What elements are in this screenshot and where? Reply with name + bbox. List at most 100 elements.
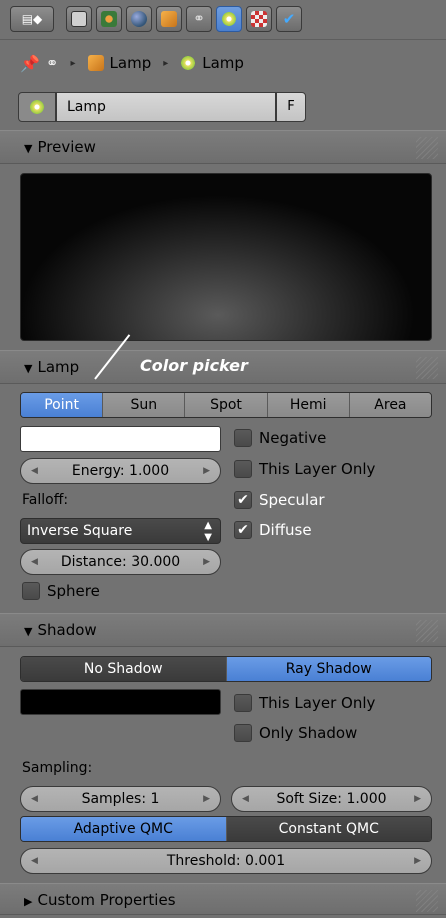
breadcrumb-separator-icon: ▸ <box>163 57 169 69</box>
specular-label: Specular <box>259 491 325 509</box>
distance-value: Distance: 30.000 <box>60 554 181 570</box>
panel-drag-handle[interactable] <box>416 890 438 912</box>
ray-shadow-button[interactable]: Ray Shadow <box>226 657 431 681</box>
decrement-arrow-icon[interactable]: ◀ <box>31 849 38 873</box>
collapse-triangle-icon: ▼ <box>24 362 33 375</box>
qmc-selector: Adaptive QMC Constant QMC <box>20 816 432 842</box>
soft-size-field[interactable]: ◀ Soft Size: 1.000 ▶ <box>231 786 432 812</box>
falloff-label: Falloff: <box>22 492 69 508</box>
breadcrumb-lamp[interactable]: Lamp <box>202 54 244 72</box>
lamp-type-spot[interactable]: Spot <box>185 393 268 417</box>
decrement-arrow-icon[interactable]: ◀ <box>31 459 38 483</box>
panel-drag-handle[interactable] <box>416 137 438 159</box>
custom-properties-title: Custom Properties <box>37 891 176 909</box>
tab-lamp-data[interactable] <box>216 6 242 32</box>
increment-arrow-icon[interactable]: ▶ <box>414 787 421 811</box>
specular-checkbox[interactable]: ✔ Specular <box>234 491 325 509</box>
lamp-type-point[interactable]: Point <box>21 393 104 417</box>
shadow-mode-selector: No Shadow Ray Shadow <box>20 656 432 682</box>
decrement-arrow-icon[interactable]: ◀ <box>242 787 249 811</box>
only-shadow-label: Only Shadow <box>259 724 358 742</box>
decrement-arrow-icon[interactable]: ◀ <box>31 550 38 574</box>
physics-icon: ✔ <box>282 10 296 28</box>
soft-size-value: Soft Size: 1.000 <box>276 791 387 807</box>
adaptive-qmc-button[interactable]: Adaptive QMC <box>21 817 227 841</box>
breadcrumb-separator-icon: ▸ <box>70 57 76 69</box>
this-layer-only-label: This Layer Only <box>259 460 376 478</box>
this-layer-only-checkbox[interactable]: This Layer Only <box>234 460 375 478</box>
checkmark-icon: ✔ <box>234 491 252 509</box>
datablock-name-field[interactable]: Lamp <box>56 92 276 122</box>
shadow-this-layer-only-checkbox[interactable]: This Layer Only <box>234 694 375 712</box>
checkbox-box <box>234 429 252 447</box>
checkbox-box <box>234 724 252 742</box>
tab-physics[interactable]: ✔ <box>276 6 302 32</box>
fake-user-button[interactable]: F <box>276 92 306 122</box>
world-icon <box>131 11 147 27</box>
scene-icon <box>101 11 117 27</box>
tab-constraints[interactable]: ⚭ <box>186 6 212 32</box>
shadow-panel-header[interactable]: ▼ Shadow <box>0 613 446 647</box>
lamp-crumb-icon <box>180 55 197 71</box>
increment-arrow-icon[interactable]: ▶ <box>203 550 210 574</box>
sphere-label: Sphere <box>47 582 100 600</box>
threshold-value: Threshold: 0.001 <box>166 853 286 869</box>
material-preview <box>20 173 432 341</box>
tab-render[interactable] <box>66 6 92 32</box>
tab-world[interactable] <box>126 6 152 32</box>
texture-icon <box>251 11 267 27</box>
distance-field[interactable]: ◀ Distance: 30.000 ▶ <box>20 549 221 575</box>
editor-type-icon: ▤◆ <box>21 12 43 26</box>
collapse-triangle-icon: ▼ <box>24 625 33 638</box>
preview-panel-header[interactable]: ▼ Preview <box>0 130 446 164</box>
threshold-field[interactable]: ◀ Threshold: 0.001 ▶ <box>20 848 432 874</box>
lamp-color-swatch[interactable] <box>20 426 221 452</box>
datablock-browse-button[interactable] <box>18 92 56 122</box>
panel-drag-handle[interactable] <box>416 620 438 642</box>
pin-icon[interactable]: 📌 <box>20 54 40 73</box>
tab-scene[interactable] <box>96 6 122 32</box>
panel-drag-handle[interactable] <box>416 357 438 379</box>
negative-checkbox[interactable]: Negative <box>234 429 326 447</box>
sphere-checkbox[interactable]: Sphere <box>22 582 100 600</box>
lamp-panel-title: Lamp <box>37 358 80 376</box>
breadcrumb-object[interactable]: Lamp <box>110 54 152 72</box>
decrement-arrow-icon[interactable]: ◀ <box>31 787 38 811</box>
no-shadow-button[interactable]: No Shadow <box>21 657 227 681</box>
checkbox-box <box>234 694 252 712</box>
lamp-type-hemi[interactable]: Hemi <box>267 393 350 417</box>
only-shadow-checkbox[interactable]: Only Shadow <box>234 724 357 742</box>
lamp-icon <box>29 99 45 115</box>
samples-value: Samples: 1 <box>81 791 160 807</box>
shadow-panel-title: Shadow <box>37 621 97 639</box>
samples-field[interactable]: ◀ Samples: 1 ▶ <box>20 786 221 812</box>
constraints-icon: ⚭ <box>193 11 205 27</box>
energy-field[interactable]: ◀ Energy: 1.000 ▶ <box>20 458 221 484</box>
render-icon <box>71 11 87 27</box>
checkbox-box <box>234 460 252 478</box>
tab-texture[interactable] <box>246 6 272 32</box>
editor-type-menu[interactable]: ▤◆ <box>10 6 54 32</box>
scene-crumb-icon: ⚭ <box>45 54 59 72</box>
custom-properties-panel-header[interactable]: ▶ Custom Properties <box>0 883 446 915</box>
increment-arrow-icon[interactable]: ▶ <box>414 849 421 873</box>
shadow-color-swatch[interactable] <box>20 689 221 715</box>
breadcrumb: 📌 ⚭ ▸ Lamp ▸ Lamp <box>0 44 446 82</box>
lamp-type-selector: Point Sun Spot Hemi Area <box>20 392 432 418</box>
diffuse-checkbox[interactable]: ✔ Diffuse <box>234 521 312 539</box>
color-picker-annotation: Color picker <box>140 356 248 375</box>
object-icon <box>161 11 177 27</box>
sampling-label: Sampling: <box>22 760 93 776</box>
lamp-type-sun[interactable]: Sun <box>103 393 186 417</box>
increment-arrow-icon[interactable]: ▶ <box>203 459 210 483</box>
collapse-triangle-icon: ▼ <box>24 142 33 155</box>
constant-qmc-button[interactable]: Constant QMC <box>226 817 431 841</box>
lamp-type-area[interactable]: Area <box>349 393 431 417</box>
updown-arrows-icon: ▲ ▼ <box>204 520 212 543</box>
object-crumb-icon <box>87 55 104 71</box>
increment-arrow-icon[interactable]: ▶ <box>203 787 210 811</box>
tab-object[interactable] <box>156 6 182 32</box>
expand-triangle-icon: ▶ <box>24 895 33 908</box>
negative-label: Negative <box>259 429 327 447</box>
falloff-select[interactable]: Inverse Square ▲ ▼ <box>20 518 221 544</box>
